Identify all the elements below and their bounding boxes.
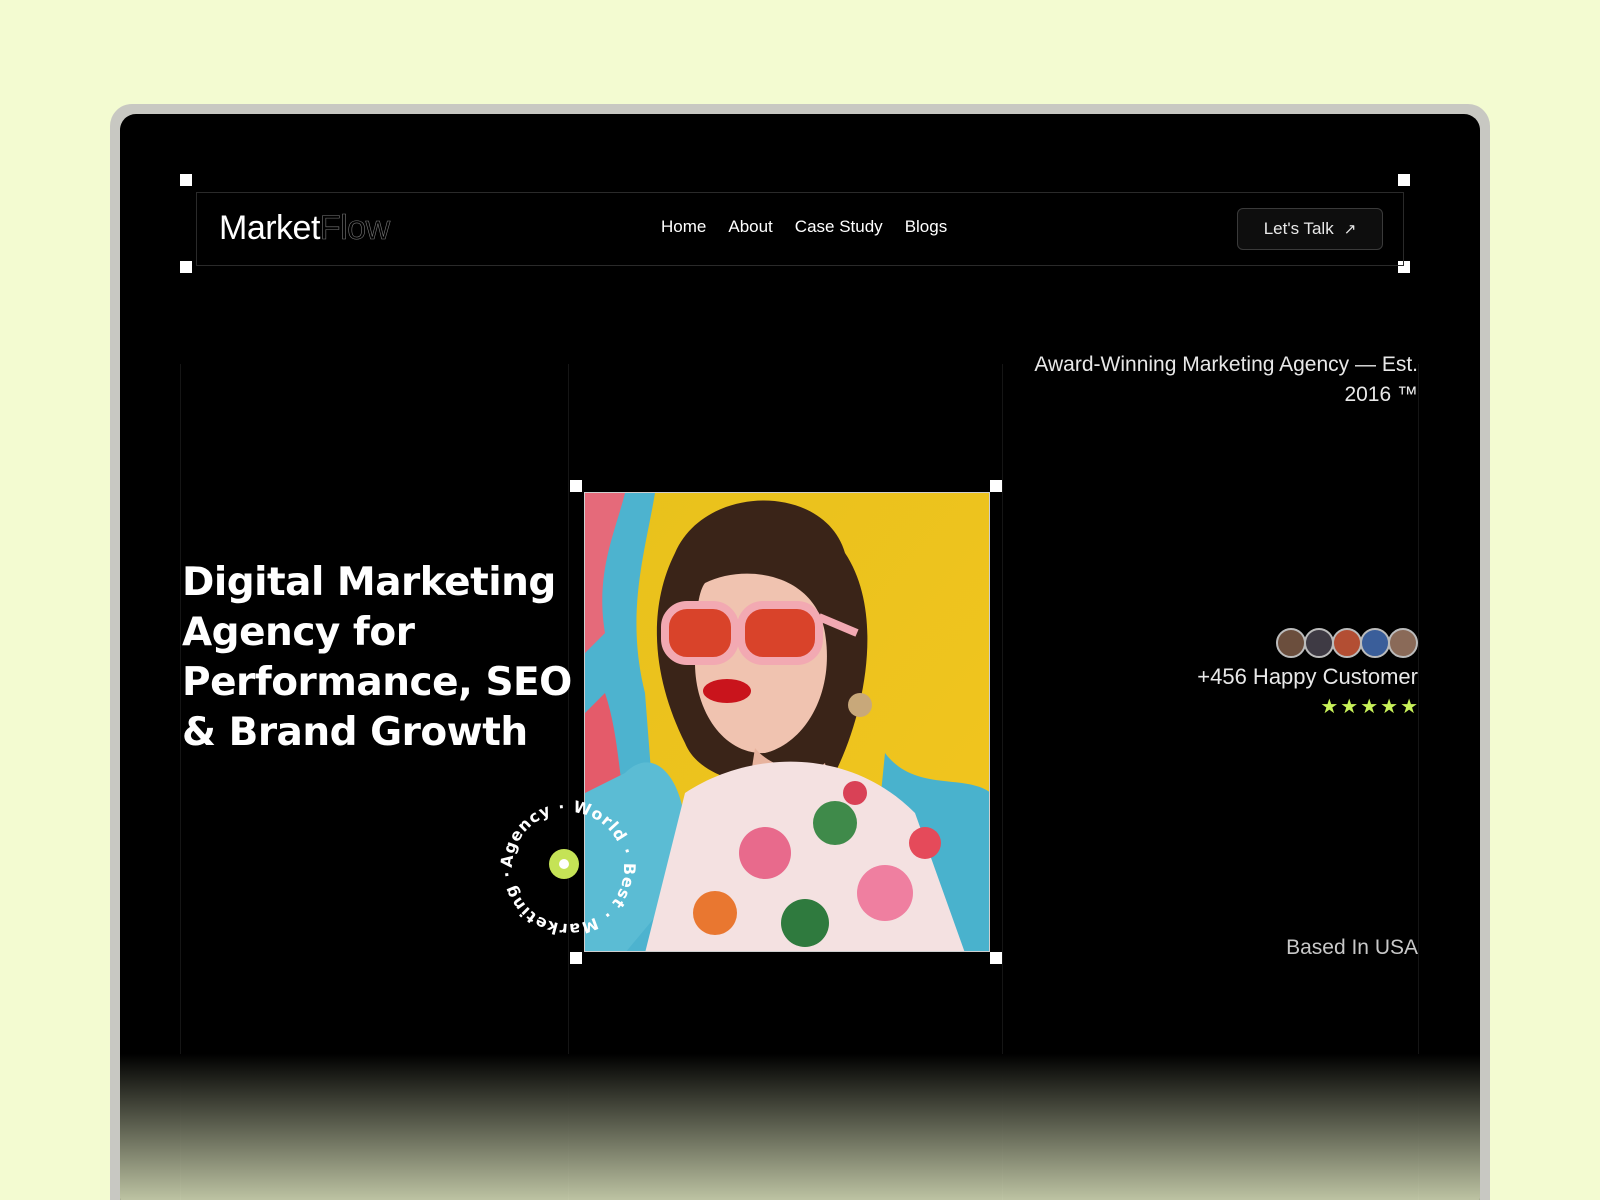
- lets-talk-button[interactable]: Let's Talk ↗: [1237, 208, 1383, 250]
- customer-avatars: [1276, 628, 1418, 658]
- avatar: [1360, 628, 1390, 658]
- avatar: [1304, 628, 1334, 658]
- avatar: [1276, 628, 1306, 658]
- selection-handle[interactable]: [990, 480, 1002, 492]
- hero-photo: [584, 492, 990, 952]
- selection-handle[interactable]: [570, 952, 582, 964]
- avatar: [1388, 628, 1418, 658]
- browser-screen: MarketFlow Home About Case Study Blogs L…: [120, 114, 1480, 1200]
- rating-stars: ★★★★★: [1320, 694, 1420, 718]
- selection-handle[interactable]: [180, 174, 192, 186]
- hero-headline: Digital Marketing Agency for Performance…: [182, 560, 572, 755]
- selection-handle[interactable]: [990, 952, 1002, 964]
- logo-secondary: Flow: [319, 209, 391, 248]
- happy-customer-count: +456 Happy Customer: [1197, 664, 1418, 689]
- badge-svg: Agency · World · Best · Marketing ·: [497, 797, 638, 939]
- logo[interactable]: MarketFlow: [219, 209, 391, 248]
- guide-line: [1002, 364, 1003, 1200]
- bottom-fade: [120, 1054, 1480, 1200]
- lets-talk-label: Let's Talk: [1263, 219, 1334, 238]
- selection-handle[interactable]: [1398, 174, 1410, 186]
- logo-primary: Market: [219, 209, 320, 247]
- nav-item-case-study[interactable]: Case Study: [795, 217, 883, 237]
- guide-line: [568, 364, 569, 1200]
- main-menu: Home About Case Study Blogs: [661, 217, 947, 237]
- rotating-badge: Agency · World · Best · Marketing ·: [494, 794, 642, 942]
- selection-handle[interactable]: [570, 480, 582, 492]
- avatar: [1332, 628, 1362, 658]
- guide-line: [180, 364, 181, 1200]
- guide-line: [1418, 364, 1419, 1200]
- tagline: Award-Winning Marketing Agency — Est. 20…: [1034, 353, 1418, 406]
- portrait-illustration: [585, 493, 989, 951]
- nav-item-home[interactable]: Home: [661, 217, 706, 237]
- navbar: MarketFlow Home About Case Study Blogs L…: [196, 192, 1404, 266]
- selection-handle[interactable]: [180, 261, 192, 273]
- location-label: Based In USA: [1286, 936, 1418, 959]
- nav-item-about[interactable]: About: [728, 217, 772, 237]
- nav-item-blogs[interactable]: Blogs: [905, 217, 948, 237]
- arrow-up-right-icon: ↗: [1343, 221, 1357, 238]
